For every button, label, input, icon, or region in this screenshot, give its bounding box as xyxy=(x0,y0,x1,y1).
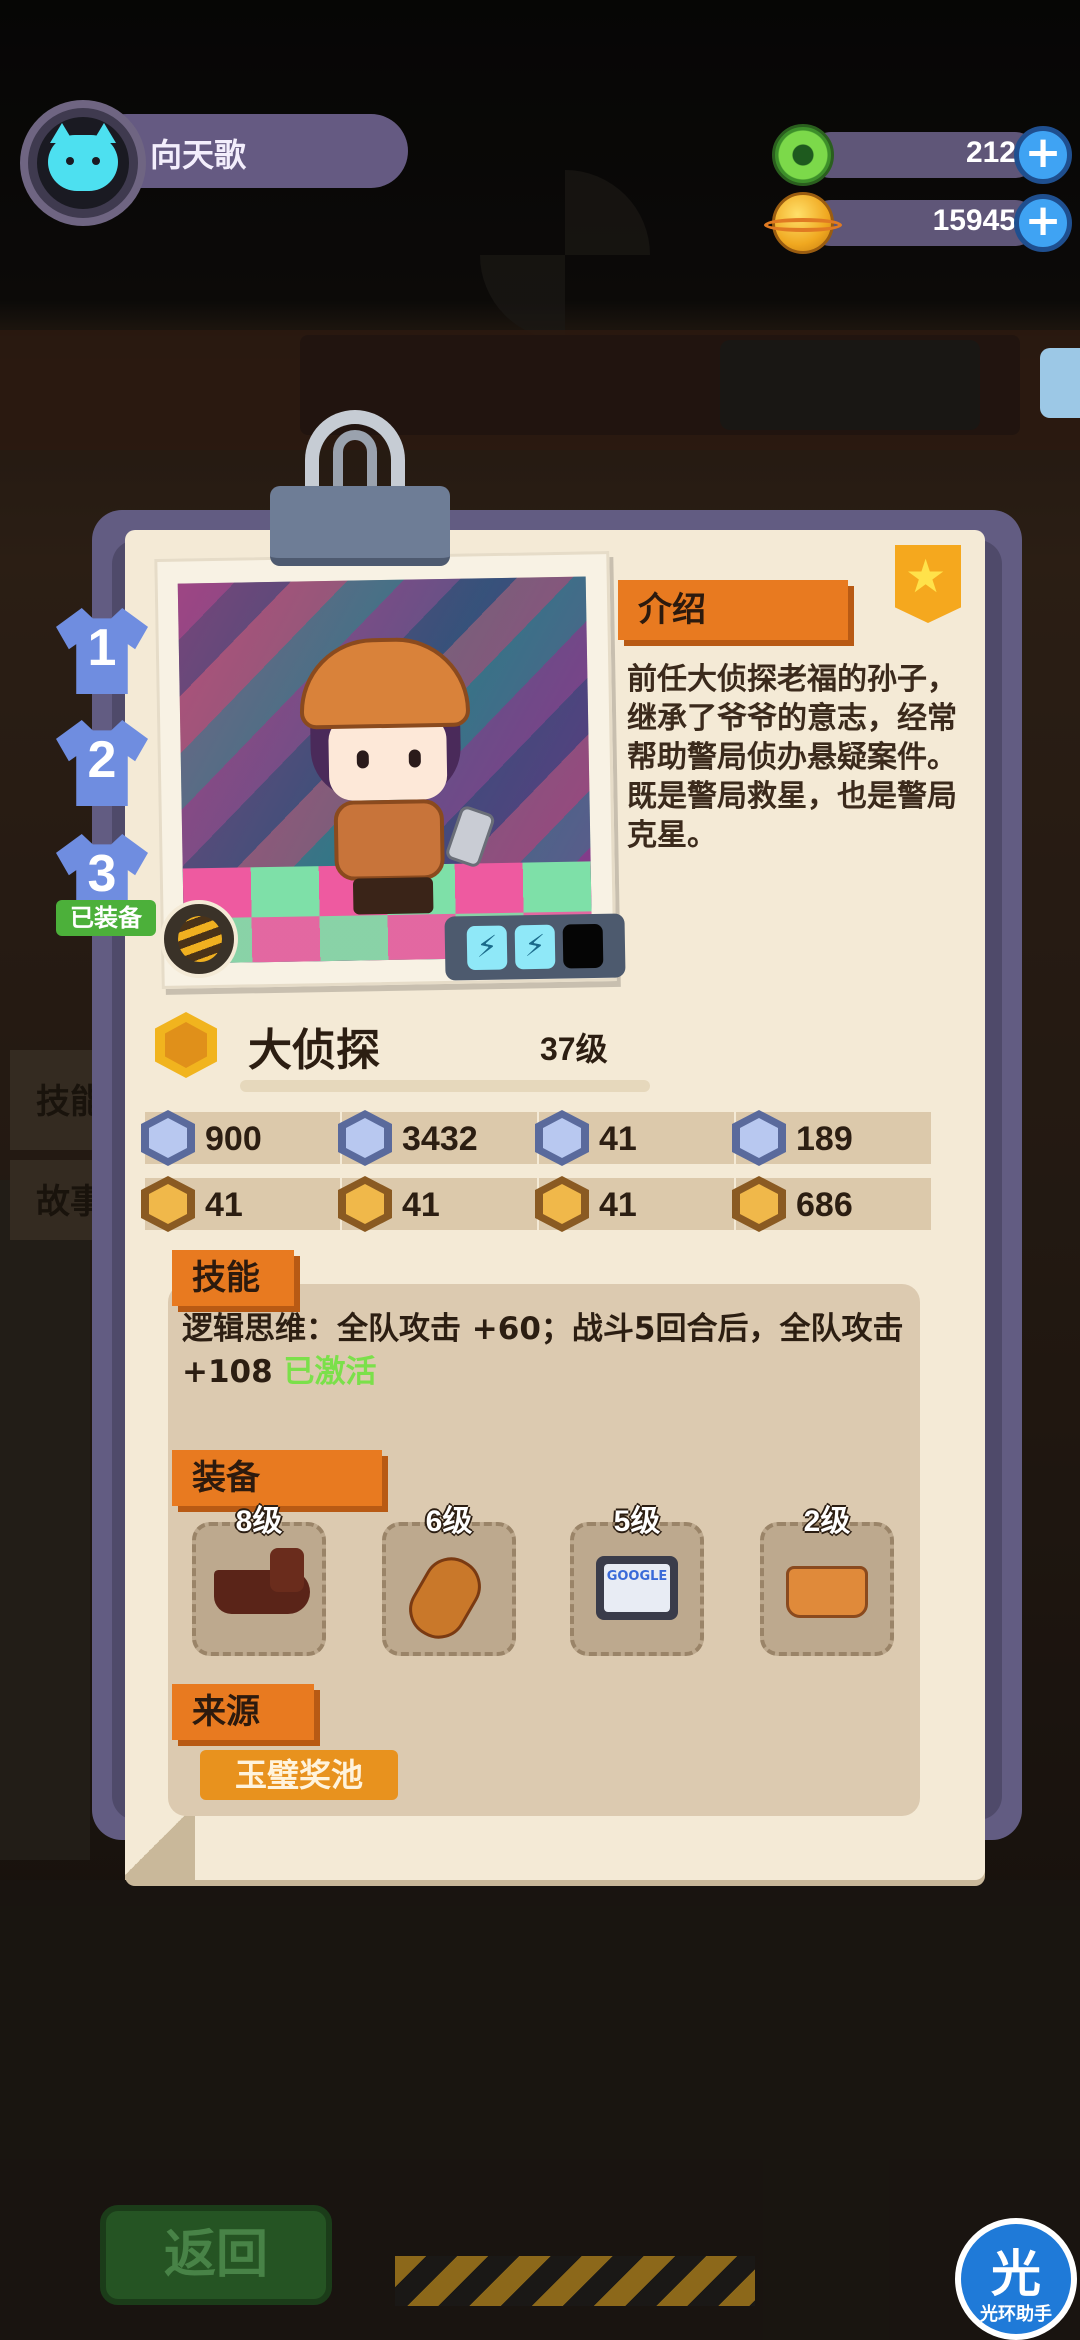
watermark-logo: 光 光环助手 xyxy=(955,2218,1077,2340)
side-clip-icon xyxy=(1040,348,1080,418)
character-eye-left xyxy=(356,750,369,769)
stat-value: 41 xyxy=(402,1186,440,1224)
violin-icon xyxy=(398,1547,492,1649)
avatar-frame xyxy=(37,117,129,209)
energy-indicator: ⚡ ⚡ xyxy=(444,913,626,981)
character-coat xyxy=(333,798,445,881)
equipment-level: 6级 xyxy=(425,1505,473,1538)
coin-amount: 15945 xyxy=(932,204,1016,237)
shield-icon xyxy=(535,1110,589,1166)
stat-hp: 900 xyxy=(141,1110,340,1166)
stat-value: 189 xyxy=(796,1120,853,1158)
source-title: 来源 xyxy=(172,1684,314,1740)
stat-value: 3432 xyxy=(402,1120,478,1158)
energy-bolt-icon: ⚡ xyxy=(466,925,508,971)
gem-amount: 212 xyxy=(965,136,1016,169)
brain-icon xyxy=(732,1176,786,1232)
stat-value: 686 xyxy=(796,1186,853,1224)
energy-empty-slot xyxy=(562,923,604,969)
outfit-tab-1-label: 1 xyxy=(87,619,117,677)
skill-status: 已激活 xyxy=(283,1354,377,1390)
player-name: 向天歌 xyxy=(150,137,247,173)
stat-defense: 41 xyxy=(535,1110,734,1166)
outfit-tab-1[interactable]: 1 xyxy=(48,600,156,708)
character-boots xyxy=(352,877,434,915)
rocket-icon xyxy=(338,1110,392,1166)
watermark-logo-text: 光环助手 xyxy=(980,2304,1052,2325)
green-donut-coin-icon xyxy=(772,124,834,186)
planet-ring xyxy=(764,218,842,232)
intro-text: 前任大侦探老福的孙子，继承了爷爷的意志，经常帮助警局侦办悬疑案件。既是警局救星，… xyxy=(627,662,957,853)
character-level: 37级 xyxy=(540,1031,608,1067)
stat-charm: 41 xyxy=(338,1176,537,1232)
equipment-slot-shorts[interactable]: 2级 xyxy=(760,1505,894,1656)
equipment-slot-tablet[interactable]: 5级 GOOGLE xyxy=(570,1505,704,1656)
stat-value: 41 xyxy=(599,1186,637,1224)
coin-currency: 15945 + xyxy=(764,192,1072,254)
intro-title: 介绍 xyxy=(618,580,848,640)
tablet-icon: GOOGLE xyxy=(596,1556,678,1620)
stat-value: 41 xyxy=(205,1186,243,1224)
outfit-tab-2[interactable]: 2 xyxy=(48,712,156,820)
equipment-slot-pipe[interactable]: 8级 xyxy=(192,1505,326,1656)
equipment-level: 5级 xyxy=(613,1505,661,1538)
avatar[interactable] xyxy=(20,100,146,226)
stat-attack: 3432 xyxy=(338,1110,537,1166)
stat-value: 41 xyxy=(599,1120,637,1158)
heart-shield-icon xyxy=(141,1110,195,1166)
fist-icon xyxy=(141,1176,195,1232)
muscle-icon xyxy=(535,1176,589,1232)
character-eye-right xyxy=(408,749,421,768)
gem-currency: 212 + xyxy=(772,124,1072,186)
character-name: 大侦探 xyxy=(248,1025,380,1076)
detective-character-illustration xyxy=(288,618,497,921)
skill-description: 逻辑思维：全队攻击 +60；战斗5回合后，全队攻击 +108 已激活 xyxy=(182,1308,922,1394)
favorite-star-icon[interactable] xyxy=(895,545,961,623)
skill-title: 技能 xyxy=(172,1250,294,1306)
name-underline xyxy=(240,1080,650,1092)
stat-value: 900 xyxy=(205,1120,262,1158)
walkie-talkie-icon xyxy=(444,804,497,869)
equipment-level: 2级 xyxy=(803,1505,851,1538)
watermark-logo-glyph: 光 xyxy=(991,2245,1041,2303)
outfit-tab-2-label: 2 xyxy=(87,731,117,789)
player-profile[interactable]: 向天歌 xyxy=(20,100,408,226)
equipment-level: 8级 xyxy=(235,1505,283,1538)
character-portrait xyxy=(177,576,593,964)
anchor-icon xyxy=(732,1110,786,1166)
cat-eye-right xyxy=(92,157,100,165)
stat-strength: 41 xyxy=(141,1176,340,1232)
pipe-icon xyxy=(214,1548,310,1614)
pet-companion-icon[interactable] xyxy=(160,900,238,978)
outfit-tab-3-label: 3 xyxy=(87,845,117,903)
tablet-screen-text: GOOGLE xyxy=(604,1564,670,1612)
back-button[interactable]: 返回 xyxy=(100,2205,332,2305)
stat-stamina: 41 xyxy=(535,1176,734,1232)
cat-eye-left xyxy=(66,157,74,165)
stat-speed: 189 xyxy=(732,1110,931,1166)
add-coins-button[interactable]: + xyxy=(1014,194,1072,252)
stat-intelligence: 686 xyxy=(732,1176,931,1232)
shorts-icon xyxy=(786,1566,868,1618)
smile-icon xyxy=(338,1176,392,1232)
plus-icon: + xyxy=(1024,195,1062,246)
deerstalker-hat xyxy=(298,636,471,730)
add-gems-button[interactable]: + xyxy=(1014,126,1072,184)
equipment-slot-violin[interactable]: 6级 xyxy=(382,1505,516,1656)
source-pool-button[interactable]: 玉璧奖池 xyxy=(200,1750,398,1800)
outfit-equipped-badge: 已装备 xyxy=(56,900,156,936)
hazard-stripe-bar xyxy=(395,2256,755,2306)
game-screen: 技能 故事 向天歌 212 + 15945 + 1 2 3 已装备 ⚡ ⚡ ★ … xyxy=(0,0,1080,2340)
binder-clip-base xyxy=(270,486,450,566)
energy-bolt-icon: ⚡ xyxy=(514,924,556,970)
plus-icon: + xyxy=(1024,127,1062,178)
cat-avatar-icon xyxy=(48,123,118,191)
